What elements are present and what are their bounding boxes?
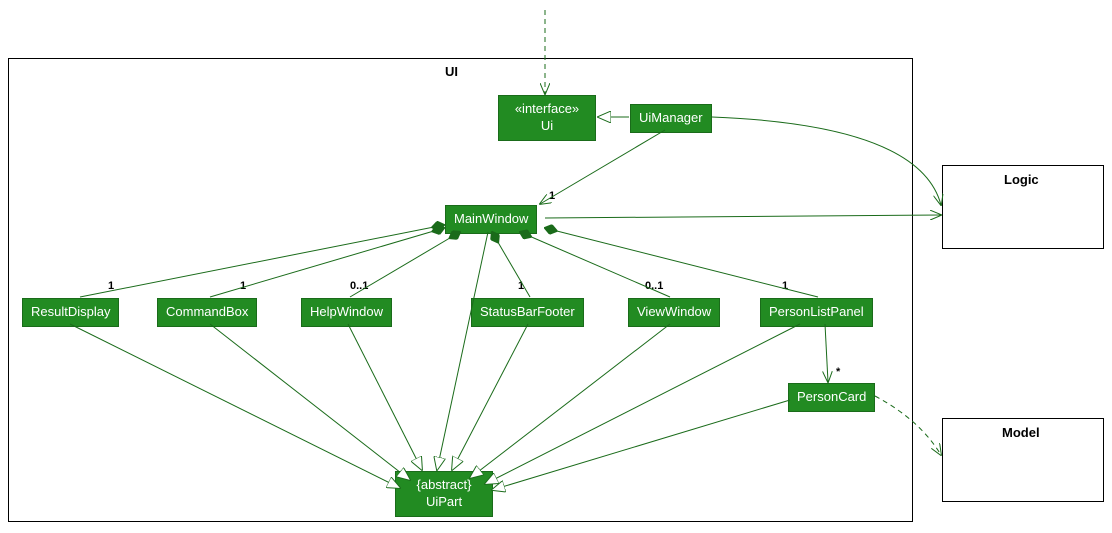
class-main-window: MainWindow (445, 205, 537, 234)
mult-result-display: 1 (108, 280, 114, 292)
mult-help-window: 0..1 (350, 280, 368, 292)
mult-person-card: * (836, 366, 840, 378)
command-box-name: CommandBox (166, 304, 248, 319)
package-model-label: Model (1002, 425, 1040, 440)
class-person-card: PersonCard (788, 383, 875, 412)
ui-part-name: UiPart (404, 494, 484, 511)
status-bar-footer-name: StatusBarFooter (480, 304, 575, 319)
ui-part-stereotype: {abstract} (404, 477, 484, 494)
class-ui-manager: UiManager (630, 104, 712, 133)
person-list-panel-name: PersonListPanel (769, 304, 864, 319)
class-status-bar-footer: StatusBarFooter (471, 298, 584, 327)
mult-person-list: 1 (782, 280, 788, 292)
ui-interface-stereotype: «interface» (507, 101, 587, 118)
mult-status-bar: 1 (518, 280, 524, 292)
class-ui-part: {abstract} UiPart (395, 471, 493, 517)
mult-command-box: 1 (240, 280, 246, 292)
help-window-name: HelpWindow (310, 304, 383, 319)
package-ui-label: UI (445, 64, 458, 79)
mult-main-window: 1 (549, 190, 555, 202)
class-command-box: CommandBox (157, 298, 257, 327)
class-help-window: HelpWindow (301, 298, 392, 327)
view-window-name: ViewWindow (637, 304, 711, 319)
package-ui (8, 58, 913, 522)
mult-view-window: 0..1 (645, 280, 663, 292)
class-result-display: ResultDisplay (22, 298, 119, 327)
class-view-window: ViewWindow (628, 298, 720, 327)
package-logic-label: Logic (1004, 172, 1039, 187)
ui-interface-name: Ui (507, 118, 587, 135)
ui-manager-name: UiManager (639, 110, 703, 125)
main-window-name: MainWindow (454, 211, 528, 226)
result-display-name: ResultDisplay (31, 304, 110, 319)
class-ui-interface: «interface» Ui (498, 95, 596, 141)
person-card-name: PersonCard (797, 389, 866, 404)
class-person-list-panel: PersonListPanel (760, 298, 873, 327)
